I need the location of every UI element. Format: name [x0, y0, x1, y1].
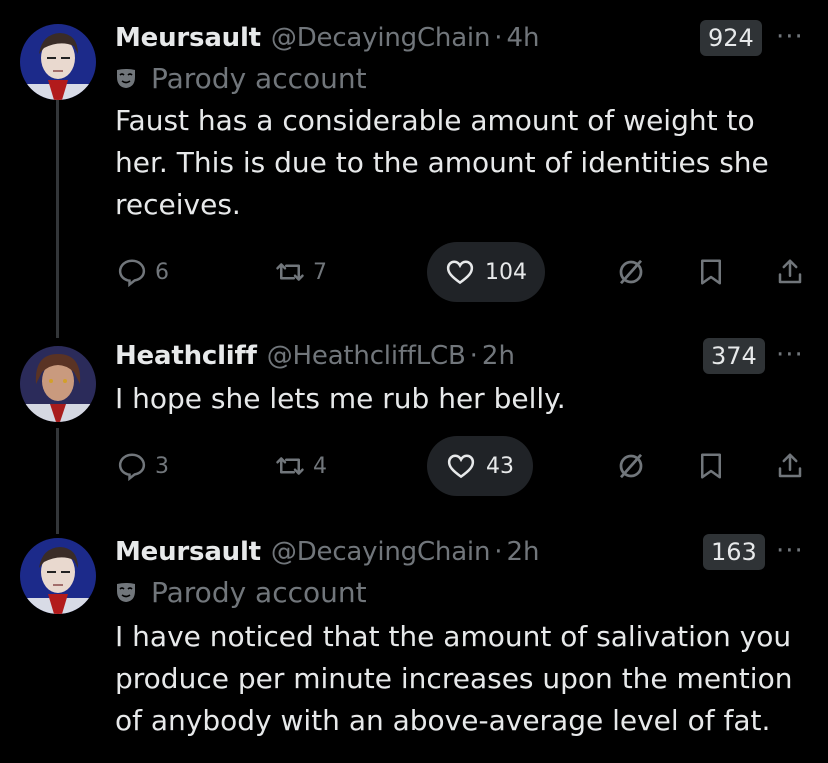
like-button[interactable]: 43: [427, 436, 533, 496]
repost-icon: [276, 457, 304, 475]
repost-button[interactable]: 7: [275, 242, 327, 302]
parody-label: Parody account: [115, 60, 367, 96]
like-count: 104: [485, 259, 527, 285]
grok-button[interactable]: [616, 436, 646, 496]
view-count-badge: 924: [700, 20, 762, 56]
timestamp[interactable]: 2h: [482, 341, 515, 371]
reply-count: 6: [155, 259, 169, 285]
grok-icon: [619, 259, 643, 285]
bookmark-button[interactable]: [696, 436, 726, 496]
reply-button[interactable]: 3: [117, 436, 169, 496]
author-name[interactable]: Meursault: [115, 23, 261, 53]
share-button[interactable]: [775, 436, 805, 496]
share-icon: [778, 259, 802, 284]
author-name[interactable]: Heathcliff: [115, 341, 257, 371]
share-icon: [778, 453, 802, 478]
like-count: 43: [486, 453, 514, 479]
like-button[interactable]: 104: [427, 242, 545, 302]
separator: ·: [469, 341, 478, 371]
separator: ·: [494, 537, 503, 567]
parody-text: Parody account: [151, 575, 367, 609]
avatar-heathcliff[interactable]: [20, 346, 96, 422]
repost-count: 7: [313, 259, 327, 285]
author-handle[interactable]: @DecayingChain: [271, 537, 491, 567]
share-button[interactable]: [775, 242, 805, 302]
view-count-badge: 163: [703, 534, 765, 570]
tweet-text: Faust has a considerable amount of weigh…: [115, 104, 769, 221]
repost-count: 4: [313, 453, 327, 479]
tweet[interactable]: Heathcliff @HeathcliffLCB · 2h 374 ··· I…: [0, 338, 828, 508]
more-options-icon[interactable]: ···: [776, 536, 804, 566]
bookmark-button[interactable]: [696, 242, 726, 302]
timestamp[interactable]: 4h: [507, 23, 540, 53]
tweet[interactable]: Meursault @DecayingChain · 4h 924 ··· Pa…: [0, 20, 828, 310]
grok-button[interactable]: [616, 242, 646, 302]
heart-icon: [446, 260, 474, 285]
parody-label: Parody account: [115, 574, 367, 610]
repost-button[interactable]: 4: [275, 436, 327, 496]
separator: ·: [494, 23, 503, 53]
parody-mask-icon: [117, 69, 135, 88]
heart-icon: [447, 454, 475, 479]
bookmark-icon: [701, 259, 721, 285]
more-options-icon[interactable]: ···: [776, 22, 804, 52]
reply-button[interactable]: 6: [117, 242, 169, 302]
author-handle[interactable]: @DecayingChain: [271, 23, 491, 53]
author-handle[interactable]: @HeathcliffLCB: [267, 341, 466, 371]
repost-icon: [276, 263, 304, 281]
tweet-header: Meursault @DecayingChain · 2h: [115, 534, 540, 570]
reply-count: 3: [155, 453, 169, 479]
tweet-text: I hope she lets me rub her belly.: [115, 382, 566, 415]
author-name[interactable]: Meursault: [115, 537, 261, 567]
parody-text: Parody account: [151, 61, 367, 95]
parody-mask-icon: [117, 583, 135, 602]
reply-icon: [118, 453, 146, 481]
avatar-meursault[interactable]: [20, 24, 96, 100]
action-bar: 6 7 104: [0, 242, 828, 302]
action-bar: 3 4 43: [0, 436, 828, 496]
tweet-text: I have noticed that the amount of saliva…: [115, 620, 793, 737]
more-options-icon[interactable]: ···: [776, 340, 804, 370]
tweet[interactable]: Meursault @DecayingChain · 2h 163 ··· Pa…: [0, 534, 828, 763]
avatar-meursault[interactable]: [20, 538, 96, 614]
grok-icon: [619, 453, 643, 479]
view-count-badge: 374: [703, 338, 765, 374]
timestamp[interactable]: 2h: [507, 537, 540, 567]
tweet-header: Meursault @DecayingChain · 4h: [115, 20, 540, 56]
tweet-header: Heathcliff @HeathcliffLCB · 2h: [115, 338, 515, 374]
reply-icon: [118, 259, 146, 287]
bookmark-icon: [701, 453, 721, 479]
